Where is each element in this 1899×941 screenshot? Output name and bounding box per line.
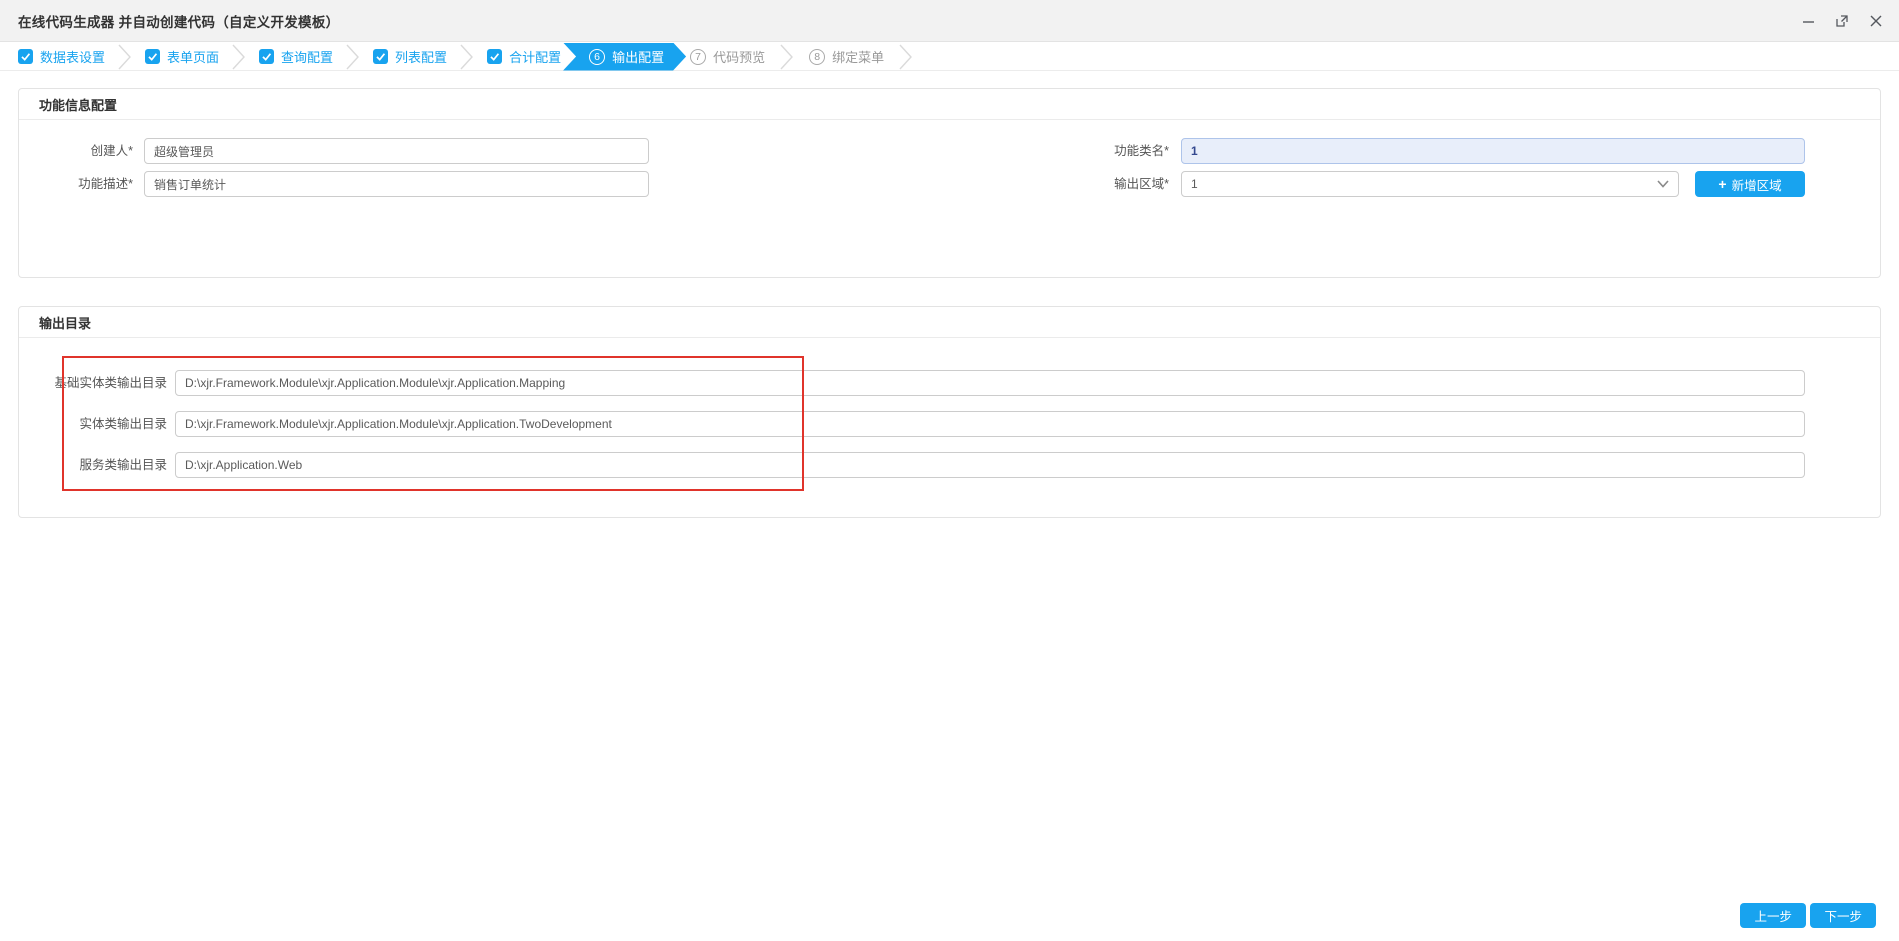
base-entity-dir-label: 基础实体类输出目录 bbox=[54, 376, 167, 390]
check-icon bbox=[18, 49, 33, 64]
step-number-badge: 6 bbox=[589, 49, 605, 65]
creator-input[interactable] bbox=[144, 138, 649, 164]
previous-step-button[interactable]: 上一步 bbox=[1740, 903, 1806, 928]
step-label: 表单页面 bbox=[167, 50, 220, 65]
chevron-separator-icon bbox=[460, 44, 474, 70]
window-controls bbox=[1799, 0, 1885, 42]
function-info-card: 功能信息配置 创建人* 功能类名* 功能描述* 输出区域* 1 + 新增区域 bbox=[18, 88, 1881, 278]
plus-icon: + bbox=[1718, 176, 1727, 192]
step-label: 输出配置 bbox=[612, 50, 665, 65]
step-label: 数据表设置 bbox=[40, 50, 106, 65]
check-icon bbox=[373, 49, 389, 64]
chevron-down-icon bbox=[1657, 180, 1669, 188]
step-label: 查询配置 bbox=[281, 50, 334, 65]
description-label: 功能描述* bbox=[78, 177, 133, 191]
chevron-separator-icon bbox=[118, 44, 132, 70]
step-label: 列表配置 bbox=[395, 50, 448, 65]
service-dir-label: 服务类输出目录 bbox=[79, 458, 167, 472]
step-bind-menu[interactable]: 8 绑定菜单 bbox=[809, 47, 884, 66]
section-title: 输出目录 bbox=[39, 315, 92, 331]
add-area-button[interactable]: + 新增区域 bbox=[1695, 171, 1805, 197]
step-form-page[interactable]: 表单页面 bbox=[145, 47, 219, 66]
section-title: 功能信息配置 bbox=[39, 97, 118, 113]
step-number-badge: 7 bbox=[690, 48, 707, 65]
output-directory-card: 输出目录 基础实体类输出目录 实体类输出目录 服务类输出目录 bbox=[18, 306, 1881, 518]
output-directory-header: 输出目录 bbox=[19, 307, 1880, 338]
creator-label: 创建人* bbox=[90, 144, 133, 158]
step-output-config-active[interactable]: 6 输出配置 bbox=[563, 43, 686, 71]
step-number-badge: 8 bbox=[809, 48, 826, 65]
next-step-button[interactable]: 下一步 bbox=[1810, 903, 1876, 928]
window-title: 在线代码生成器 并自动创建代码（自定义开发模板） bbox=[18, 14, 340, 30]
class-name-label: 功能类名* bbox=[1114, 144, 1169, 158]
base-entity-dir-input[interactable] bbox=[175, 370, 1805, 396]
close-icon[interactable] bbox=[1867, 12, 1885, 30]
step-datatable-settings[interactable]: 数据表设置 bbox=[18, 47, 105, 66]
class-name-input[interactable] bbox=[1181, 138, 1805, 164]
add-area-button-label: 新增区域 bbox=[1731, 178, 1782, 193]
entity-dir-label: 实体类输出目录 bbox=[79, 417, 167, 431]
step-label: 绑定菜单 bbox=[832, 50, 885, 65]
entity-dir-input[interactable] bbox=[175, 411, 1805, 437]
output-area-label: 输出区域* bbox=[1114, 177, 1169, 191]
output-area-select[interactable]: 1 bbox=[1181, 171, 1679, 197]
minimize-icon[interactable] bbox=[1799, 12, 1817, 30]
service-dir-input[interactable] bbox=[175, 452, 1805, 478]
output-area-selected-value: 1 bbox=[1191, 177, 1198, 191]
step-code-preview[interactable]: 7 代码预览 bbox=[690, 47, 765, 66]
window-titlebar: 在线代码生成器 并自动创建代码（自定义开发模板） bbox=[0, 0, 1899, 42]
step-label: 合计配置 bbox=[509, 50, 562, 65]
check-icon bbox=[145, 49, 161, 64]
app-window: 在线代码生成器 并自动创建代码（自定义开发模板） 数据表设置 表单页面 查询配置… bbox=[0, 0, 1899, 941]
step-total-config[interactable]: 合计配置 bbox=[487, 47, 561, 66]
chevron-separator-icon bbox=[780, 44, 794, 70]
step-label: 代码预览 bbox=[713, 50, 766, 65]
maximize-icon[interactable] bbox=[1833, 12, 1851, 30]
step-list-config[interactable]: 列表配置 bbox=[373, 47, 447, 66]
chevron-separator-icon bbox=[232, 44, 246, 70]
step-query-config[interactable]: 查询配置 bbox=[259, 47, 333, 66]
chevron-separator-icon bbox=[346, 44, 360, 70]
function-info-header: 功能信息配置 bbox=[19, 89, 1880, 120]
check-icon bbox=[259, 49, 275, 64]
wizard-stepper: 数据表设置 表单页面 查询配置 列表配置 合计配置 6 输出配置 7 代码预览 … bbox=[0, 43, 1899, 71]
description-input[interactable] bbox=[144, 171, 649, 197]
chevron-separator-icon bbox=[899, 44, 913, 70]
check-icon bbox=[487, 49, 503, 64]
